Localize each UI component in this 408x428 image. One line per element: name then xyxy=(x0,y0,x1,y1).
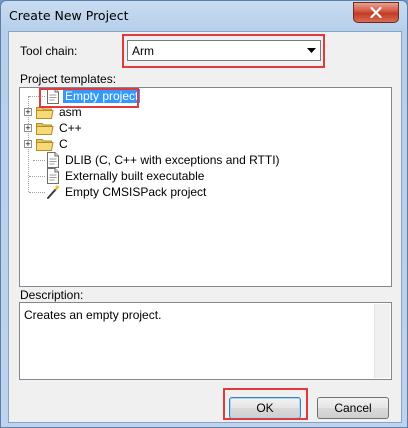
description-label: Description: xyxy=(20,288,84,302)
tree-item-label: Empty CMSISPack project xyxy=(65,185,207,199)
tree-line xyxy=(29,176,45,177)
cancel-button[interactable]: Cancel xyxy=(317,397,389,419)
tree-line xyxy=(29,192,45,193)
templates-label: Project templates: xyxy=(20,72,117,86)
toolchain-highlight-box xyxy=(122,34,325,68)
document-icon xyxy=(47,152,59,168)
ok-highlight-box xyxy=(223,388,308,420)
expand-icon[interactable]: + xyxy=(24,108,32,117)
magic-wand-icon xyxy=(47,184,60,199)
close-button[interactable] xyxy=(353,2,399,23)
expand-icon[interactable]: + xyxy=(24,124,32,133)
description-box: Creates an empty project. xyxy=(19,302,392,380)
toolchain-label: Tool chain: xyxy=(20,44,78,58)
folder-icon xyxy=(36,139,54,151)
description-text: Creates an empty project. xyxy=(24,308,162,322)
tree-item-cmsispack[interactable]: Empty CMSISPack project xyxy=(46,184,208,200)
empty-project-highlight-box xyxy=(39,88,139,108)
tree-item-label: C xyxy=(59,137,68,151)
tree-item-label: DLIB (C, C++ with exceptions and RTTI) xyxy=(65,153,280,167)
tree-item-dlib[interactable]: DLIB (C, C++ with exceptions and RTTI) xyxy=(46,152,282,168)
tree-item-c[interactable]: C xyxy=(36,136,70,152)
templates-tree[interactable]: Empty project + asm + C++ + C DLIB (C, C… xyxy=(19,87,392,287)
tree-item-external-executable[interactable]: Externally built executable xyxy=(46,168,206,184)
expand-icon[interactable]: + xyxy=(24,140,32,149)
tree-item-label: C++ xyxy=(59,121,82,135)
tree-line xyxy=(33,160,45,161)
create-new-project-dialog: Create New Project Tool chain: Arm Proje… xyxy=(0,0,408,428)
document-icon xyxy=(47,168,59,184)
cancel-button-label: Cancel xyxy=(334,401,372,415)
folder-icon xyxy=(36,123,54,135)
description-scrollbar[interactable] xyxy=(374,304,390,378)
close-icon xyxy=(370,7,382,18)
dialog-title: Create New Project xyxy=(9,8,129,23)
title-bar[interactable]: Create New Project xyxy=(1,1,407,31)
tree-item-cpp[interactable]: C++ xyxy=(36,120,84,136)
tree-item-label: Externally built executable xyxy=(65,169,205,183)
dialog-body: Tool chain: Arm Project templates: Empty… xyxy=(8,31,402,423)
